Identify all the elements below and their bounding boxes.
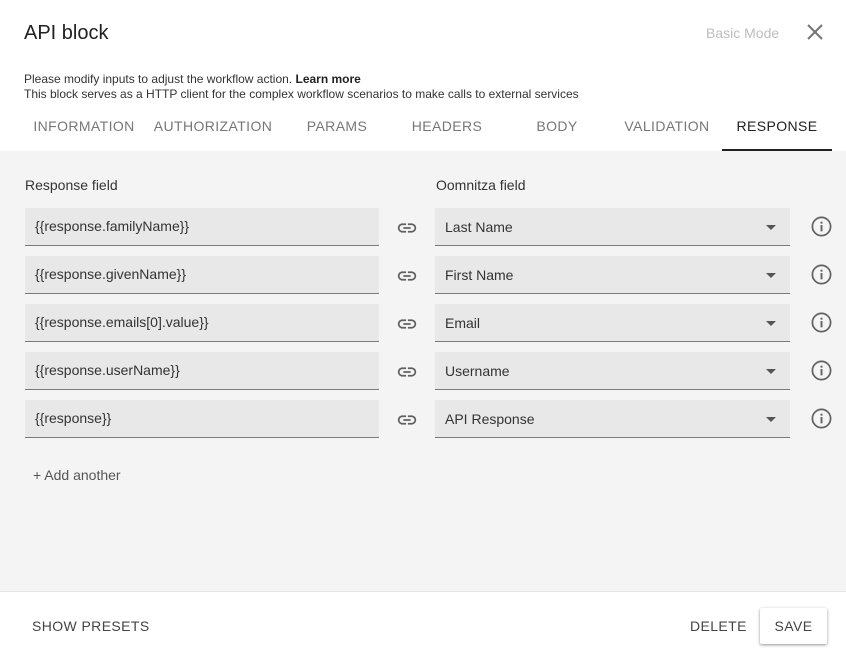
- info-icon[interactable]: [810, 359, 833, 382]
- response-field-input[interactable]: {{response.userName}}: [25, 352, 379, 390]
- info-icon[interactable]: [810, 263, 833, 286]
- dialog-footer: SHOW PRESETS DELETE SAVE: [0, 591, 846, 658]
- description-line-2: This block serves as a HTTP client for t…: [24, 87, 579, 101]
- mapping-row: {{response.givenName}} First Name: [0, 256, 846, 294]
- oomnitza-field-value: Username: [445, 363, 510, 379]
- learn-more-link[interactable]: Learn more: [295, 72, 360, 86]
- oomnitza-field-select[interactable]: First Name: [435, 256, 790, 294]
- link-icon: [396, 265, 418, 285]
- dropdown-arrow-icon: [766, 321, 776, 326]
- response-field-input[interactable]: {{response.emails[0].value}}: [25, 304, 379, 342]
- dropdown-arrow-icon: [766, 369, 776, 374]
- mapping-row: {{response.userName}} Username: [0, 352, 846, 390]
- tab-body[interactable]: BODY: [510, 103, 604, 151]
- tab-bar: INFORMATION AUTHORIZATION PARAMS HEADERS…: [0, 103, 846, 151]
- mapping-row: {{response.emails[0].value}} Email: [0, 304, 846, 342]
- block-description: Please modify inputs to adjust the workf…: [24, 72, 579, 102]
- basic-mode-link[interactable]: Basic Mode: [706, 25, 779, 41]
- tab-response[interactable]: RESPONSE: [722, 103, 832, 151]
- description-line-1: Please modify inputs to adjust the workf…: [24, 72, 293, 86]
- mapping-row: {{response}} API Response: [0, 400, 846, 438]
- tab-information[interactable]: INFORMATION: [24, 103, 144, 151]
- oomnitza-field-header: Oomnitza field: [436, 177, 526, 193]
- oomnitza-field-value: Email: [445, 315, 481, 331]
- oomnitza-field-value: API Response: [445, 411, 535, 427]
- response-field-input[interactable]: {{response.givenName}}: [25, 256, 379, 294]
- response-field-input[interactable]: {{response.familyName}}: [25, 208, 379, 246]
- oomnitza-field-select[interactable]: Username: [435, 352, 790, 390]
- link-icon: [396, 217, 418, 237]
- oomnitza-field-select[interactable]: Email: [435, 304, 790, 342]
- dialog-title: API block: [24, 22, 109, 44]
- oomnitza-field-select[interactable]: API Response: [435, 400, 790, 438]
- dropdown-arrow-icon: [766, 273, 776, 278]
- info-icon[interactable]: [810, 311, 833, 334]
- link-icon: [396, 361, 418, 381]
- link-icon: [396, 313, 418, 333]
- tab-validation[interactable]: VALIDATION: [618, 103, 716, 151]
- dropdown-arrow-icon: [766, 417, 776, 422]
- link-icon: [396, 409, 418, 429]
- oomnitza-field-value: First Name: [445, 267, 514, 283]
- dialog-header: API block Basic Mode: [0, 0, 846, 70]
- response-panel: Response field Oomnitza field {{response…: [0, 151, 846, 591]
- tab-params[interactable]: PARAMS: [290, 103, 384, 151]
- tab-authorization[interactable]: AUTHORIZATION: [150, 103, 276, 151]
- dropdown-arrow-icon: [766, 225, 776, 230]
- mapping-row: {{response.familyName}} Last Name: [0, 208, 846, 246]
- tab-headers[interactable]: HEADERS: [400, 103, 494, 151]
- close-icon[interactable]: [804, 21, 826, 43]
- response-field-header: Response field: [25, 177, 118, 193]
- response-field-input[interactable]: {{response}}: [25, 400, 379, 438]
- oomnitza-field-value: Last Name: [445, 219, 513, 235]
- info-icon[interactable]: [810, 215, 833, 238]
- oomnitza-field-select[interactable]: Last Name: [435, 208, 790, 246]
- info-icon[interactable]: [810, 407, 833, 430]
- save-button[interactable]: SAVE: [760, 608, 827, 644]
- show-presets-button[interactable]: SHOW PRESETS: [32, 618, 150, 634]
- add-another-button[interactable]: + Add another: [33, 467, 121, 483]
- delete-button[interactable]: DELETE: [690, 618, 747, 634]
